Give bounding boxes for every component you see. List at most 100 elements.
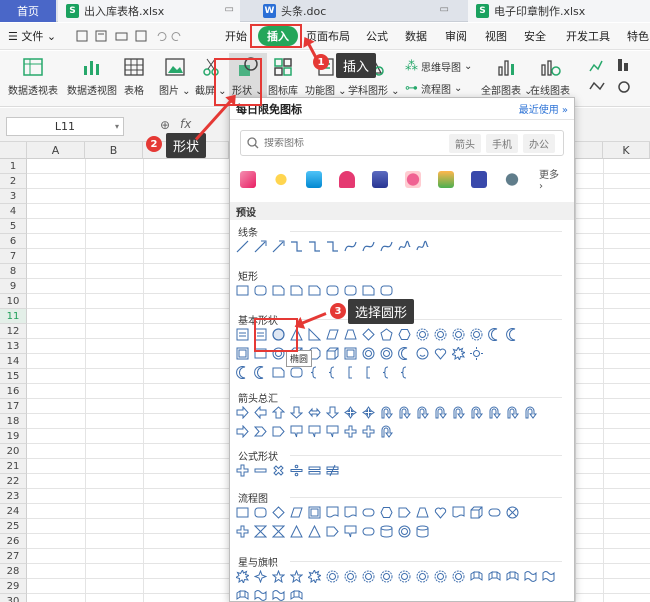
ribbon-shape-icon[interactable] — [290, 589, 303, 602]
rrect-shape-icon[interactable] — [290, 366, 303, 379]
chip-arrow[interactable]: 箭头 — [449, 133, 481, 153]
rect-shape-icon[interactable] — [236, 506, 249, 519]
row-header-5[interactable]: 5 — [0, 219, 27, 234]
chip-office[interactable]: 办公 — [523, 133, 555, 153]
rrect-shape-icon[interactable] — [254, 284, 267, 297]
lock-icon[interactable] — [405, 170, 421, 188]
trap-shape-icon[interactable] — [416, 506, 429, 519]
brace-shape-icon[interactable] — [326, 366, 339, 379]
curve-shape-icon[interactable] — [362, 240, 375, 253]
ring-shape-icon[interactable] — [380, 347, 393, 360]
row-header-2[interactable]: 2 — [0, 174, 27, 189]
pivot-table-button[interactable]: 数据透视表 — [8, 53, 58, 97]
frame-shape-icon[interactable] — [308, 506, 321, 519]
all-charts-button[interactable]: 全部图表 ⌄ — [481, 53, 533, 97]
xcirc-shape-icon[interactable] — [506, 506, 519, 519]
snip-shape-icon[interactable] — [290, 284, 303, 297]
burst-shape-icon[interactable] — [452, 347, 465, 360]
para-shape-icon[interactable] — [326, 328, 339, 341]
row-header-23[interactable]: 23 — [0, 489, 27, 504]
uturn-shape-icon[interactable] — [416, 406, 429, 419]
cyl-shape-icon[interactable] — [416, 525, 429, 538]
callout-shape-icon[interactable] — [290, 425, 303, 438]
light-bulb-icon[interactable] — [273, 170, 289, 188]
seal-shape-icon[interactable] — [452, 570, 465, 583]
star5-shape-icon[interactable] — [272, 570, 285, 583]
menu-developer[interactable]: 开发工具 — [566, 28, 610, 44]
monitor-icon[interactable] — [306, 170, 322, 188]
heart-icon[interactable] — [339, 170, 355, 188]
elbow-shape-icon[interactable] — [290, 240, 303, 253]
frame-shape-icon[interactable] — [344, 347, 357, 360]
sun-shape-icon[interactable] — [470, 347, 483, 360]
hourglass-shape-icon[interactable] — [272, 525, 285, 538]
seal-shape-icon[interactable] — [416, 328, 429, 341]
ring-shape-icon[interactable] — [398, 525, 411, 538]
document-icon[interactable] — [471, 170, 487, 188]
wave-shape-icon[interactable] — [542, 570, 555, 583]
callout-shape-icon[interactable] — [308, 425, 321, 438]
scribble-shape-icon[interactable] — [398, 240, 411, 253]
seal-shape-icon[interactable] — [434, 570, 447, 583]
row-header-27[interactable]: 27 — [0, 549, 27, 564]
row-header-4[interactable]: 4 — [0, 204, 27, 219]
seal-shape-icon[interactable] — [326, 570, 339, 583]
mind-map-button[interactable]: ⁂ 思维导图 ⌄ — [405, 59, 472, 74]
plus-shape-icon[interactable] — [236, 525, 249, 538]
cube-shape-icon[interactable] — [470, 506, 483, 519]
recent-used-link[interactable]: 最近使用 » — [519, 101, 568, 116]
row-header-24[interactable]: 24 — [0, 504, 27, 519]
moon-shape-icon[interactable] — [254, 366, 267, 379]
row-header-17[interactable]: 17 — [0, 399, 27, 414]
uturn-shape-icon[interactable] — [398, 406, 411, 419]
column-header-k[interactable]: K — [603, 142, 650, 159]
ribbon-shape-icon[interactable] — [506, 570, 519, 583]
heart-shape-icon[interactable] — [434, 506, 447, 519]
table-button[interactable]: 表格 — [123, 53, 145, 97]
uturn-shape-icon[interactable] — [470, 406, 483, 419]
uturn-shape-icon[interactable] — [452, 406, 465, 419]
firework-icon[interactable] — [240, 170, 256, 188]
uturn-shape-icon[interactable] — [488, 406, 501, 419]
cross4-shape-icon[interactable] — [344, 406, 357, 419]
snip-shape-icon[interactable] — [308, 284, 321, 297]
diamond-shape-icon[interactable] — [362, 328, 375, 341]
tab-home[interactable]: 首页 — [0, 0, 56, 22]
wave-shape-icon[interactable] — [272, 589, 285, 602]
row-header-1[interactable]: 1 — [0, 159, 27, 174]
menu-view[interactable]: 视图 — [485, 28, 507, 44]
menu-special[interactable]: 特色 — [627, 28, 649, 44]
curve-shape-icon[interactable] — [380, 240, 393, 253]
smile-shape-icon[interactable] — [416, 347, 429, 360]
row-header-26[interactable]: 26 — [0, 534, 27, 549]
scribble-shape-icon[interactable] — [416, 240, 429, 253]
row-header-30[interactable]: 30 — [0, 594, 27, 602]
snip-shape-icon[interactable] — [362, 284, 375, 297]
minus-shape-icon[interactable] — [254, 464, 267, 477]
quick-access-icons[interactable] — [76, 29, 196, 43]
column-header-a[interactable]: A — [27, 142, 85, 159]
function-fx-icon[interactable]: fx — [180, 117, 191, 131]
trap-shape-icon[interactable] — [344, 328, 357, 341]
column-header[interactable] — [575, 142, 603, 159]
row-header-13[interactable]: 13 — [0, 339, 27, 354]
ring-shape-icon[interactable] — [362, 347, 375, 360]
para-shape-icon[interactable] — [290, 506, 303, 519]
equal-shape-icon[interactable] — [308, 464, 321, 477]
seal-shape-icon[interactable] — [416, 570, 429, 583]
close-tab-icon[interactable]: ▭ — [225, 4, 234, 15]
name-box[interactable]: L11 ▾ — [6, 117, 124, 136]
row-header-25[interactable]: 25 — [0, 519, 27, 534]
seal-shape-icon[interactable] — [452, 328, 465, 341]
uturn-shape-icon[interactable] — [380, 425, 393, 438]
file-menu[interactable]: ☰ 文件 ⌄ — [8, 28, 56, 44]
brace-shape-icon[interactable] — [380, 366, 393, 379]
rarrow-shape-icon[interactable] — [236, 425, 249, 438]
chart-type-mini-icons[interactable] — [588, 57, 646, 97]
seal-shape-icon[interactable] — [380, 570, 393, 583]
more-icons-link[interactable]: 更多 › — [539, 166, 564, 192]
icon-search-input[interactable] — [264, 137, 444, 149]
rrect-shape-icon[interactable] — [344, 284, 357, 297]
tri-shape-icon[interactable] — [290, 525, 303, 538]
callout-shape-icon[interactable] — [326, 425, 339, 438]
